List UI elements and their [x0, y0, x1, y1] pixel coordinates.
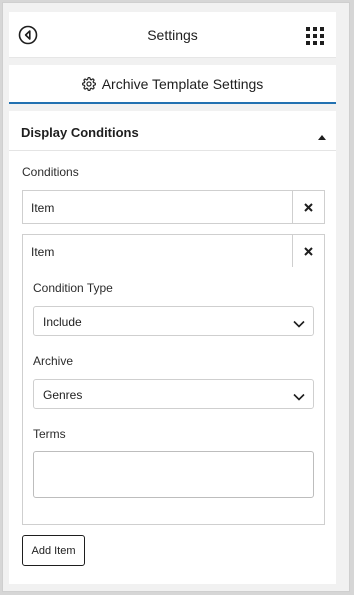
close-icon — [304, 246, 313, 256]
caret-up-icon — [318, 127, 326, 140]
conditions-label: Conditions — [22, 165, 79, 179]
archive-select[interactable]: Genres — [33, 379, 314, 409]
tab-label: Archive Template Settings — [101, 76, 264, 92]
repeater-item-body: Condition Type Include Archive Genres Te… — [22, 267, 325, 525]
terms-field[interactable] — [33, 451, 314, 498]
page-title: Settings — [147, 27, 198, 43]
add-item-button[interactable]: Add Item — [22, 535, 85, 566]
archive-label: Archive — [33, 354, 74, 368]
chevron-down-icon — [293, 316, 305, 328]
condition-type-label: Condition Type — [33, 281, 113, 295]
repeater-item[interactable]: Item — [22, 190, 325, 224]
repeater-item[interactable]: Item — [22, 234, 325, 268]
condition-type-select[interactable]: Include — [33, 306, 314, 336]
header-bar: Settings — [9, 12, 336, 58]
archive-value: Genres — [43, 388, 83, 402]
chevron-down-icon — [293, 389, 305, 401]
display-conditions-toggle[interactable]: Display Conditions — [9, 111, 336, 151]
condition-type-value: Include — [43, 315, 82, 329]
section-title: Display Conditions — [21, 125, 139, 140]
tab-archive-template-settings[interactable]: Archive Template Settings — [9, 65, 336, 104]
settings-sidebar: Settings Archive Template Settings Displ… — [2, 2, 350, 592]
gear-icon — [81, 77, 96, 91]
item-title: Item — [31, 245, 55, 259]
remove-item-button[interactable] — [292, 191, 324, 223]
item-title: Item — [31, 201, 55, 215]
close-icon — [304, 202, 313, 212]
terms-label: Terms — [33, 427, 66, 441]
display-conditions-panel: Display Conditions Conditions Item Item … — [9, 111, 336, 584]
grid-menu-icon[interactable] — [305, 26, 325, 46]
remove-item-button[interactable] — [292, 235, 324, 267]
